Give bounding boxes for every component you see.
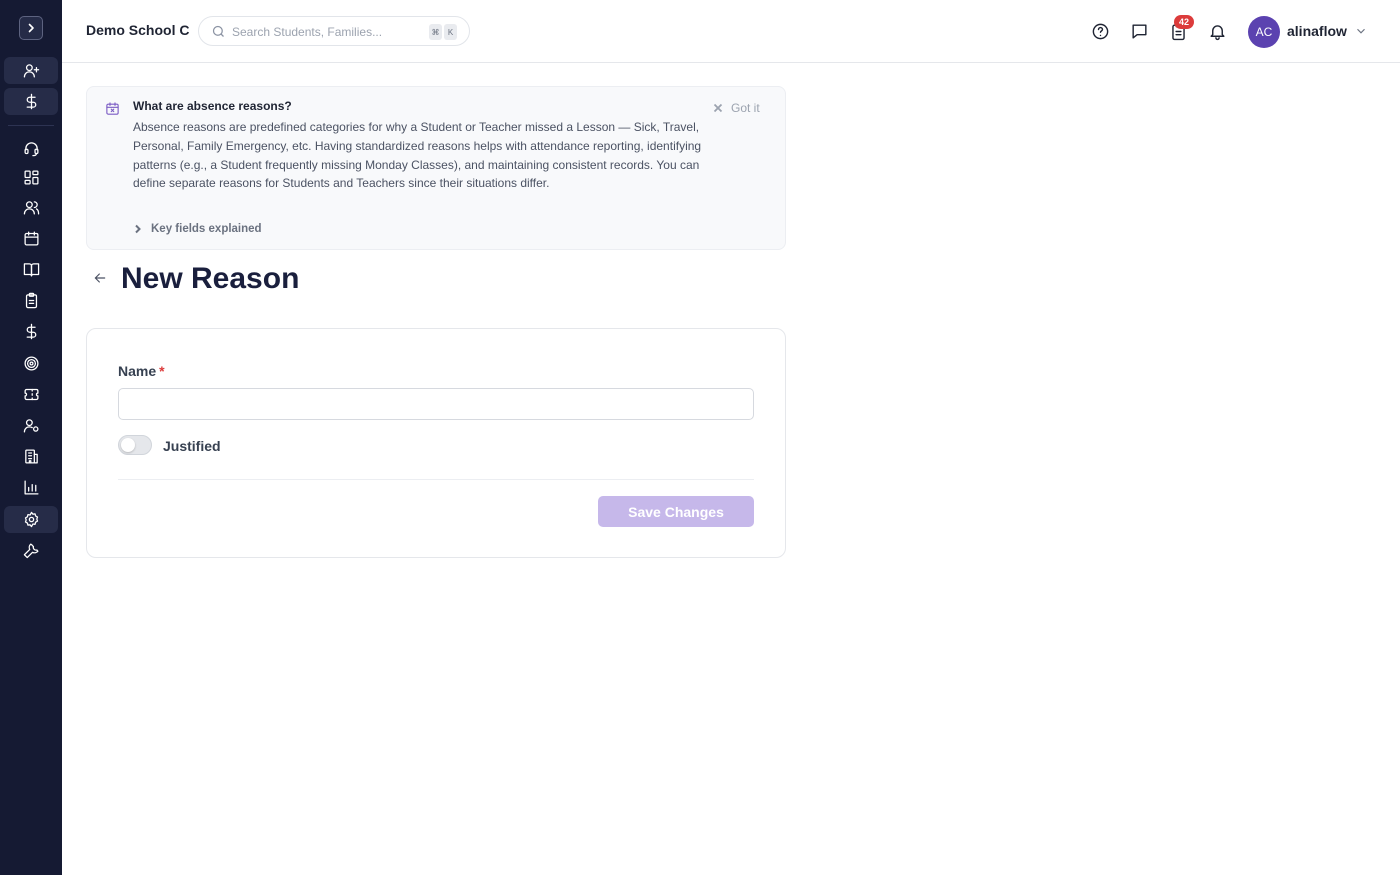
sidebar-item-tasks[interactable] (4, 287, 58, 314)
book-icon (23, 263, 39, 277)
gear-icon (24, 511, 38, 528)
grid-icon (23, 170, 39, 185)
calendar-x-icon (105, 101, 120, 116)
required-asterisk: * (159, 363, 165, 379)
name-label: Name * (118, 363, 165, 379)
messages-button[interactable] (1127, 19, 1151, 43)
user-gear-icon (23, 419, 39, 433)
sidebar-item-user-settings[interactable] (4, 412, 58, 439)
chat-icon (1131, 23, 1147, 39)
sidebar-item-people[interactable] (4, 194, 58, 221)
sidebar-item-courses[interactable] (4, 256, 58, 283)
target-icon (23, 356, 39, 371)
info-banner: What are absence reasons? Absence reason… (86, 86, 786, 250)
avatar[interactable]: AC (1248, 16, 1280, 48)
user-plus-icon (23, 64, 39, 78)
info-body: Absence reasons are predefined categorie… (133, 120, 702, 191)
sidebar-item-buildings[interactable] (4, 443, 58, 470)
info-title: What are absence reasons? (133, 99, 292, 113)
search-input[interactable] (232, 22, 422, 42)
users-icon (23, 201, 39, 215)
search-box[interactable]: ⌘ K (198, 16, 470, 46)
search-icon (212, 25, 224, 37)
sidebar (0, 0, 62, 875)
sidebar-item-finance[interactable] (4, 318, 58, 345)
back-button[interactable] (92, 270, 110, 288)
sidebar-item-tools[interactable] (4, 537, 58, 564)
dismiss-label: Got it (731, 101, 760, 115)
calendar-icon (23, 231, 39, 246)
sidebar-item-tickets[interactable] (4, 381, 58, 408)
sidebar-item-add-user[interactable] (4, 57, 58, 84)
close-icon (713, 103, 723, 113)
name-input[interactable] (118, 388, 754, 420)
wrench-icon (23, 543, 39, 559)
notifications-button[interactable] (1205, 19, 1229, 43)
chevron-down-icon (1357, 28, 1365, 34)
user-name[interactable]: alinaflow (1287, 23, 1347, 39)
bar-chart-icon (23, 480, 39, 495)
sidebar-item-support[interactable] (4, 135, 58, 162)
key-fields-label: Key fields explained (151, 223, 262, 235)
toggle-knob (121, 438, 135, 452)
sidebar-item-calendar[interactable] (4, 225, 58, 252)
help-button[interactable] (1088, 19, 1112, 43)
sidebar-expand-button[interactable] (19, 16, 43, 40)
sidebar-item-reports[interactable] (4, 474, 58, 501)
arrow-left-icon (94, 273, 106, 283)
dismiss-info-button[interactable]: Got it (713, 101, 760, 115)
help-circle-icon (1092, 23, 1108, 39)
sidebar-item-dashboard[interactable] (4, 164, 58, 191)
sidebar-item-goals[interactable] (4, 350, 58, 377)
sidebar-item-settings[interactable] (4, 506, 58, 533)
clipboard-icon (25, 292, 37, 309)
name-label-text: Name (118, 363, 157, 379)
key-fields-expander[interactable]: Key fields explained (133, 223, 262, 235)
shortcut-key-cmd: ⌘ (429, 24, 442, 40)
form-divider (118, 479, 754, 480)
shortcut-key-k: K (444, 24, 457, 40)
save-changes-button[interactable]: Save Changes (598, 496, 754, 527)
dollar-icon (26, 323, 36, 340)
sidebar-item-billing[interactable] (4, 88, 58, 115)
school-name[interactable]: Demo School C (86, 22, 189, 38)
building-icon (24, 449, 38, 464)
chevron-right-icon (28, 23, 34, 33)
sidebar-divider (8, 125, 54, 126)
justified-toggle[interactable] (118, 435, 152, 455)
bell-icon (1209, 24, 1225, 40)
headset-icon (23, 142, 39, 157)
reason-form: Name * Justified Save Changes (86, 328, 786, 558)
ticket-icon (23, 388, 39, 401)
top-bar: Demo School C ⌘ K 42 AC alinaflow (62, 0, 1400, 63)
chevron-right-icon (135, 224, 141, 234)
dollar-icon (26, 93, 36, 110)
user-menu-toggle[interactable] (1354, 24, 1368, 38)
justified-label: Justified (163, 438, 221, 454)
page-title: New Reason (121, 262, 300, 295)
tasks-count-badge: 42 (1174, 15, 1194, 29)
